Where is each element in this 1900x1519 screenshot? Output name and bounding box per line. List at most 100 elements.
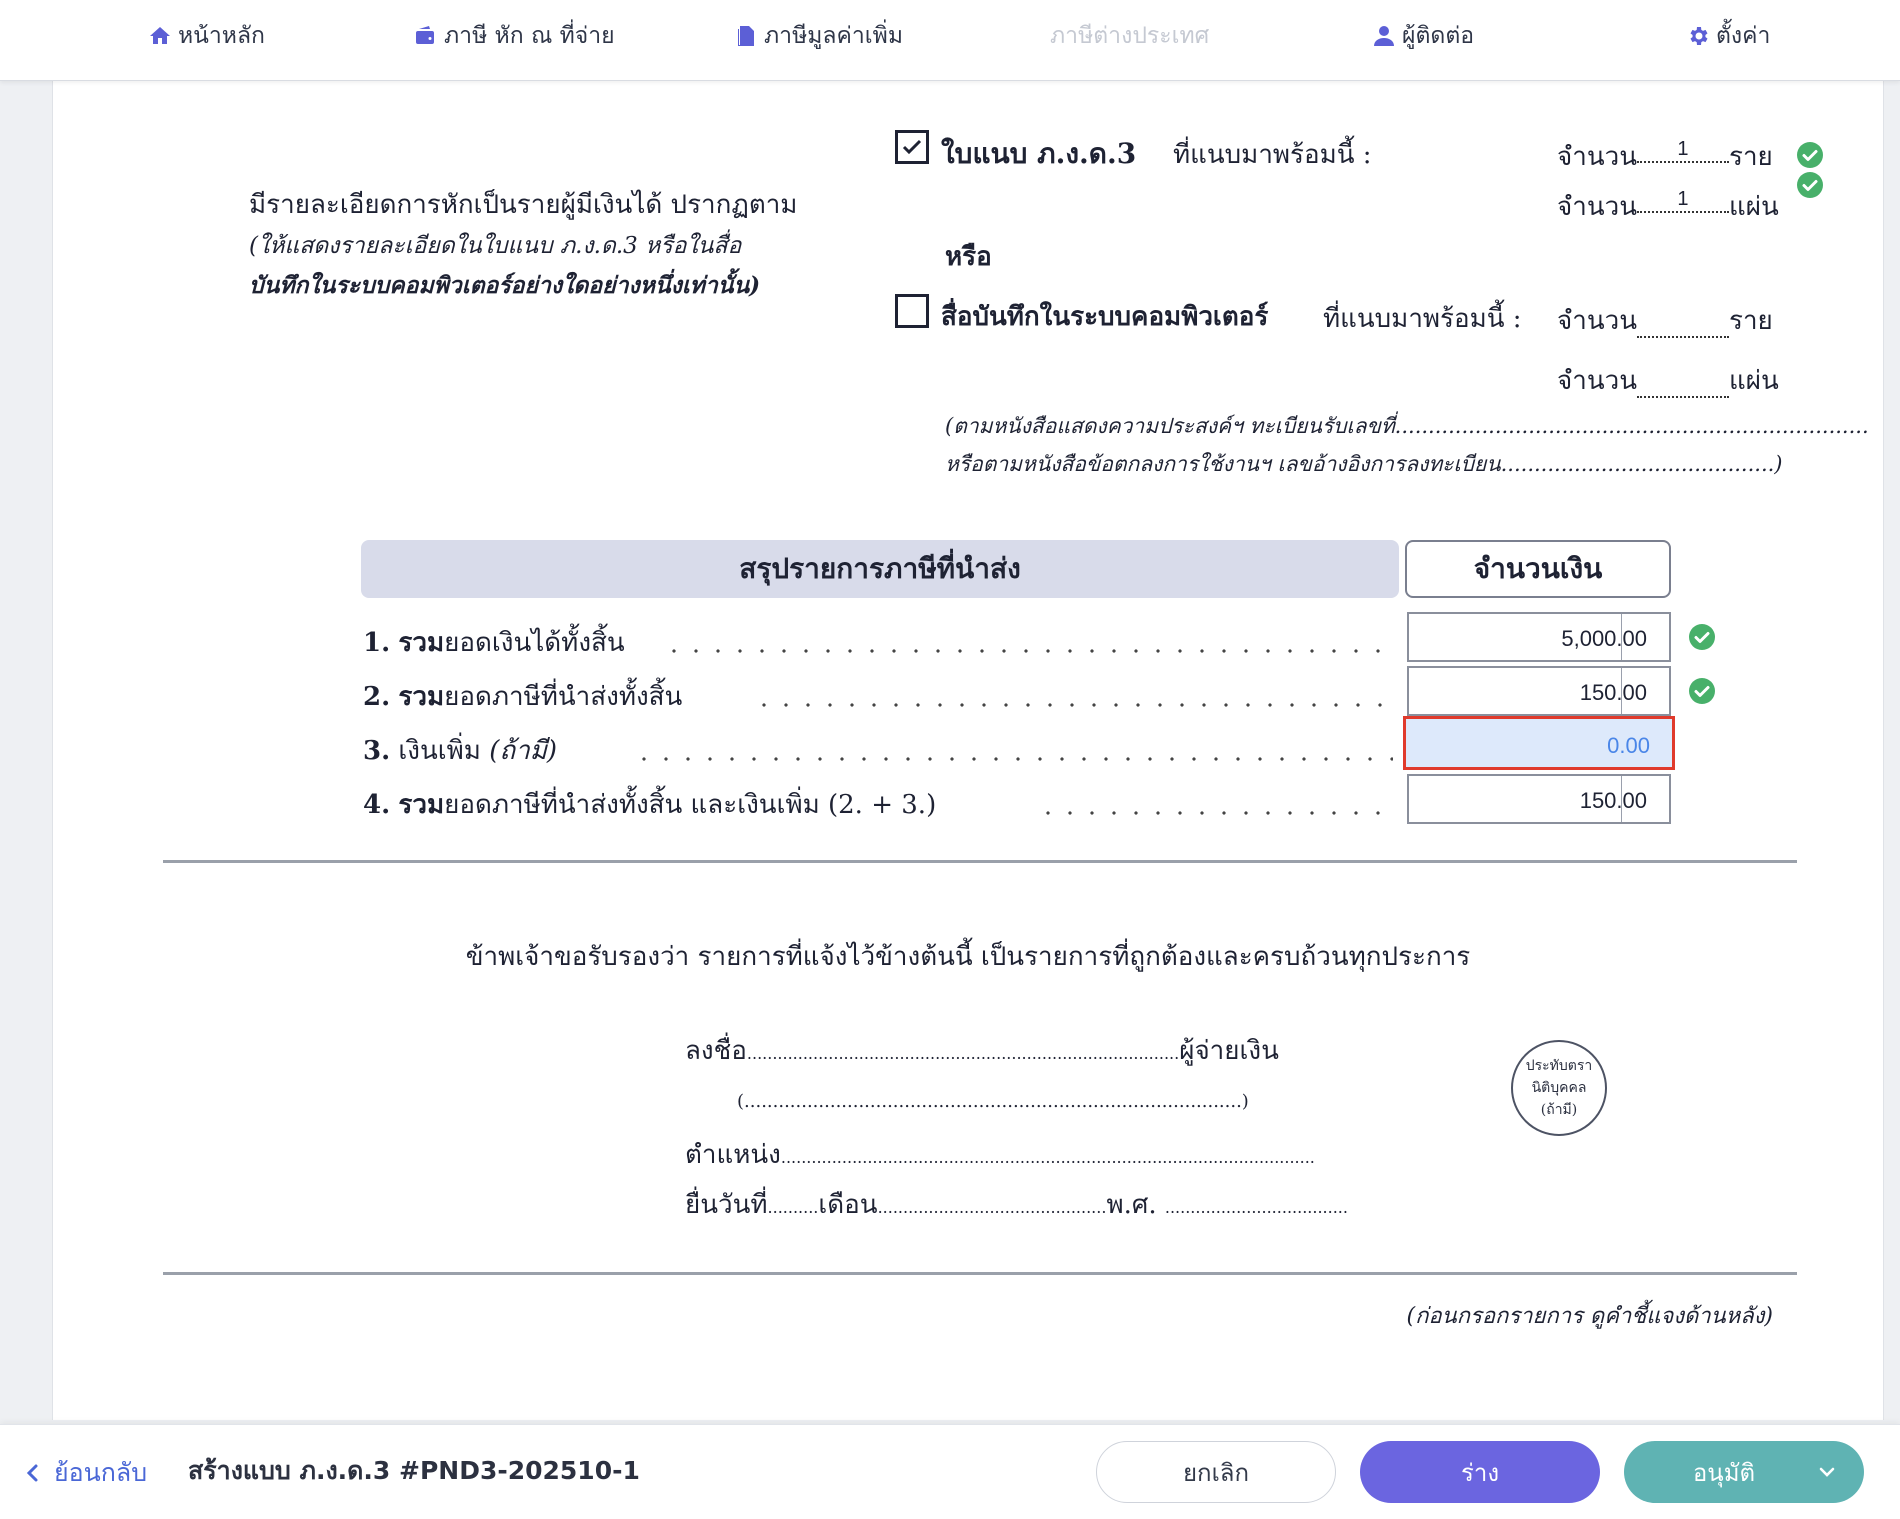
section-divider: [163, 860, 1797, 863]
seal-line-3: (ถ้ามี): [1541, 1099, 1578, 1121]
name-line: (.......................................…: [737, 1084, 1249, 1114]
nav-contacts-label: ผู้ติดต่อ: [1402, 18, 1474, 54]
surcharge-value: 0.00: [1607, 733, 1650, 759]
date-label: ยื่นวันที่: [685, 1190, 768, 1220]
total-income-value: 5,000.00: [1561, 626, 1647, 652]
nav-home[interactable]: หน้าหลัก: [148, 0, 265, 72]
dotted-leader: [663, 648, 1393, 654]
nav-withholding-tax-label: ภาษี หัก ณ ที่จ่าย: [444, 18, 615, 54]
verified-check-icon: [1797, 142, 1823, 168]
summary-row-3-label: 3. เงินเพิ่ม (ถ้ามี): [363, 730, 557, 771]
attach-persons-value[interactable]: 1: [1637, 138, 1729, 163]
dotted-leader: [1037, 810, 1393, 816]
media-sheets-count: จำนวน แผ่น: [1557, 360, 1779, 401]
sheets-unit: แผ่น: [1729, 366, 1779, 396]
or-label: หรือ: [945, 236, 992, 277]
grand-total-field[interactable]: 150.00: [1407, 774, 1671, 824]
nav-home-label: หน้าหลัก: [178, 18, 265, 54]
row-label: ยอดภาษีที่นำส่งทั้งสิ้น: [444, 682, 682, 712]
document-icon: [734, 24, 758, 48]
row-bold-label: รวม: [398, 682, 444, 712]
count-label: จำนวน: [1557, 142, 1637, 172]
row-bold-label: รวม: [398, 790, 444, 820]
nav-foreign-tax-label: ภาษีต่างประเทศ: [1050, 18, 1209, 54]
footer-note: (ก่อนกรอกรายการ ดูคำชี้แจงด้านหลัง): [1407, 1298, 1773, 1333]
year-label: พ.ศ.: [1106, 1190, 1156, 1220]
back-label: ย้อนกลับ: [54, 1453, 147, 1493]
sheets-unit: แผ่น: [1729, 192, 1779, 222]
row-number: 3.: [363, 736, 390, 766]
seal-line-2: นิติบุคคล: [1532, 1077, 1587, 1099]
ref-note-1: (ตามหนังสือแสดงความประสงค์ฯ ทะเบียนรับเล…: [945, 410, 1869, 443]
media-checkbox[interactable]: [895, 294, 929, 328]
media-persons-value[interactable]: [1637, 306, 1729, 338]
approve-button[interactable]: อนุมัติ: [1624, 1441, 1864, 1503]
user-icon: [1372, 24, 1396, 48]
nav-settings[interactable]: ตั้งค่า: [1686, 0, 1770, 72]
sign-dots: ........................................…: [747, 1044, 1179, 1063]
month-label: เดือน: [818, 1190, 877, 1220]
nav-vat-label: ภาษีมูลค่าเพิ่ม: [764, 18, 903, 54]
position-label: ตำแหน่ง: [685, 1140, 781, 1170]
attach-sheets-value[interactable]: 1: [1637, 188, 1729, 213]
row-number: 4.: [363, 790, 390, 820]
amount-header: จำนวนเงิน: [1405, 540, 1671, 598]
total-tax-field[interactable]: 150.00: [1407, 666, 1671, 716]
section-divider: [163, 1272, 1797, 1275]
cancel-label: ยกเลิก: [1183, 1453, 1249, 1492]
verified-check-icon: [1689, 678, 1715, 704]
dotted-leader: [633, 756, 1393, 762]
media-suffix: ที่แนบมาพร้อมนี้ :: [1323, 298, 1522, 339]
nav-settings-label: ตั้งค่า: [1716, 18, 1770, 54]
month-dots: ........................................…: [878, 1198, 1107, 1217]
payer-label: ผู้จ่ายเงิน: [1179, 1036, 1279, 1066]
position-line: ตำแหน่ง.................................…: [685, 1134, 1315, 1175]
draft-button[interactable]: ร่าง: [1360, 1441, 1600, 1503]
attach-persons-count: จำนวน1ราย: [1557, 136, 1773, 177]
approve-label: อนุมัติ: [1693, 1453, 1755, 1492]
row-label: ยอดเงินได้ทั้งสิ้น: [444, 628, 625, 658]
nav-vat[interactable]: ภาษีมูลค่าเพิ่ม: [734, 0, 903, 72]
signature-line: ลงชื่อ..................................…: [685, 1030, 1279, 1071]
year-dots: ....................................: [1165, 1198, 1348, 1217]
detail-note-1: (ให้แสดงรายละเอียดในใบแนบ ภ.ง.ด.3 หรือใน…: [249, 228, 741, 264]
cancel-button[interactable]: ยกเลิก: [1096, 1441, 1336, 1503]
row-bold-label: รวม: [398, 628, 444, 658]
total-tax-value: 150.00: [1580, 680, 1647, 706]
attach-sheets-count: จำนวน1แผ่น: [1557, 186, 1779, 227]
nav-contacts[interactable]: ผู้ติดต่อ: [1372, 0, 1474, 72]
row-number: 2.: [363, 682, 390, 712]
chevron-down-icon[interactable]: [1816, 1461, 1838, 1483]
position-dots: ........................................…: [781, 1148, 1315, 1167]
seal-line-1: ประทับตรา: [1526, 1055, 1593, 1077]
row-label: ยอดภาษีที่นำส่งทั้งสิ้น และเงินเพิ่ม (2.…: [444, 790, 936, 820]
surcharge-input[interactable]: 0.00: [1403, 716, 1675, 770]
media-persons-count: จำนวน ราย: [1557, 300, 1773, 341]
attach-label: ใบแนบ ภ.ง.ด.3: [941, 132, 1136, 176]
check-icon: [898, 133, 926, 161]
count-label: จำนวน: [1557, 306, 1637, 336]
back-button[interactable]: ย้อนกลับ: [22, 1453, 147, 1493]
sign-label: ลงชื่อ: [685, 1036, 747, 1066]
row-label: เงินเพิ่ม: [398, 736, 481, 766]
summary-row-1-label: 1. รวมยอดเงินได้ทั้งสิ้น: [363, 622, 625, 663]
row-number: 1.: [363, 628, 390, 658]
attach-checkbox[interactable]: [895, 130, 929, 164]
detail-text: มีรายละเอียดการหักเป็นรายผู้มีเงินได้ ปร…: [249, 184, 797, 225]
document-title: สร้างแบบ ภ.ง.ด.3 #PND3-202510-1: [188, 1451, 640, 1491]
nav-withholding-tax[interactable]: ภาษี หัก ณ ที่จ่าย: [414, 0, 615, 72]
persons-unit: ราย: [1729, 142, 1773, 172]
summary-row-4-label: 4. รวมยอดภาษีที่นำส่งทั้งสิ้น และเงินเพิ…: [363, 784, 936, 825]
grand-total-value: 150.00: [1580, 788, 1647, 814]
verified-check-icon: [1689, 624, 1715, 650]
persons-unit: ราย: [1729, 306, 1773, 336]
filing-date-line: ยื่นวันที่..........เดือน...............…: [685, 1184, 1348, 1225]
certify-statement: ข้าพเจ้าขอรับรองว่า รายการที่แจ้งไว้ข้าง…: [53, 936, 1883, 977]
company-seal: ประทับตรา นิติบุคคล (ถ้ามี): [1511, 1040, 1607, 1136]
name-dots: (.......................................…: [737, 1091, 1249, 1112]
home-icon: [148, 24, 172, 48]
draft-label: ร่าง: [1461, 1453, 1499, 1492]
media-sheets-value[interactable]: [1637, 366, 1729, 398]
count-label: จำนวน: [1557, 192, 1637, 222]
total-income-field[interactable]: 5,000.00: [1407, 612, 1671, 662]
